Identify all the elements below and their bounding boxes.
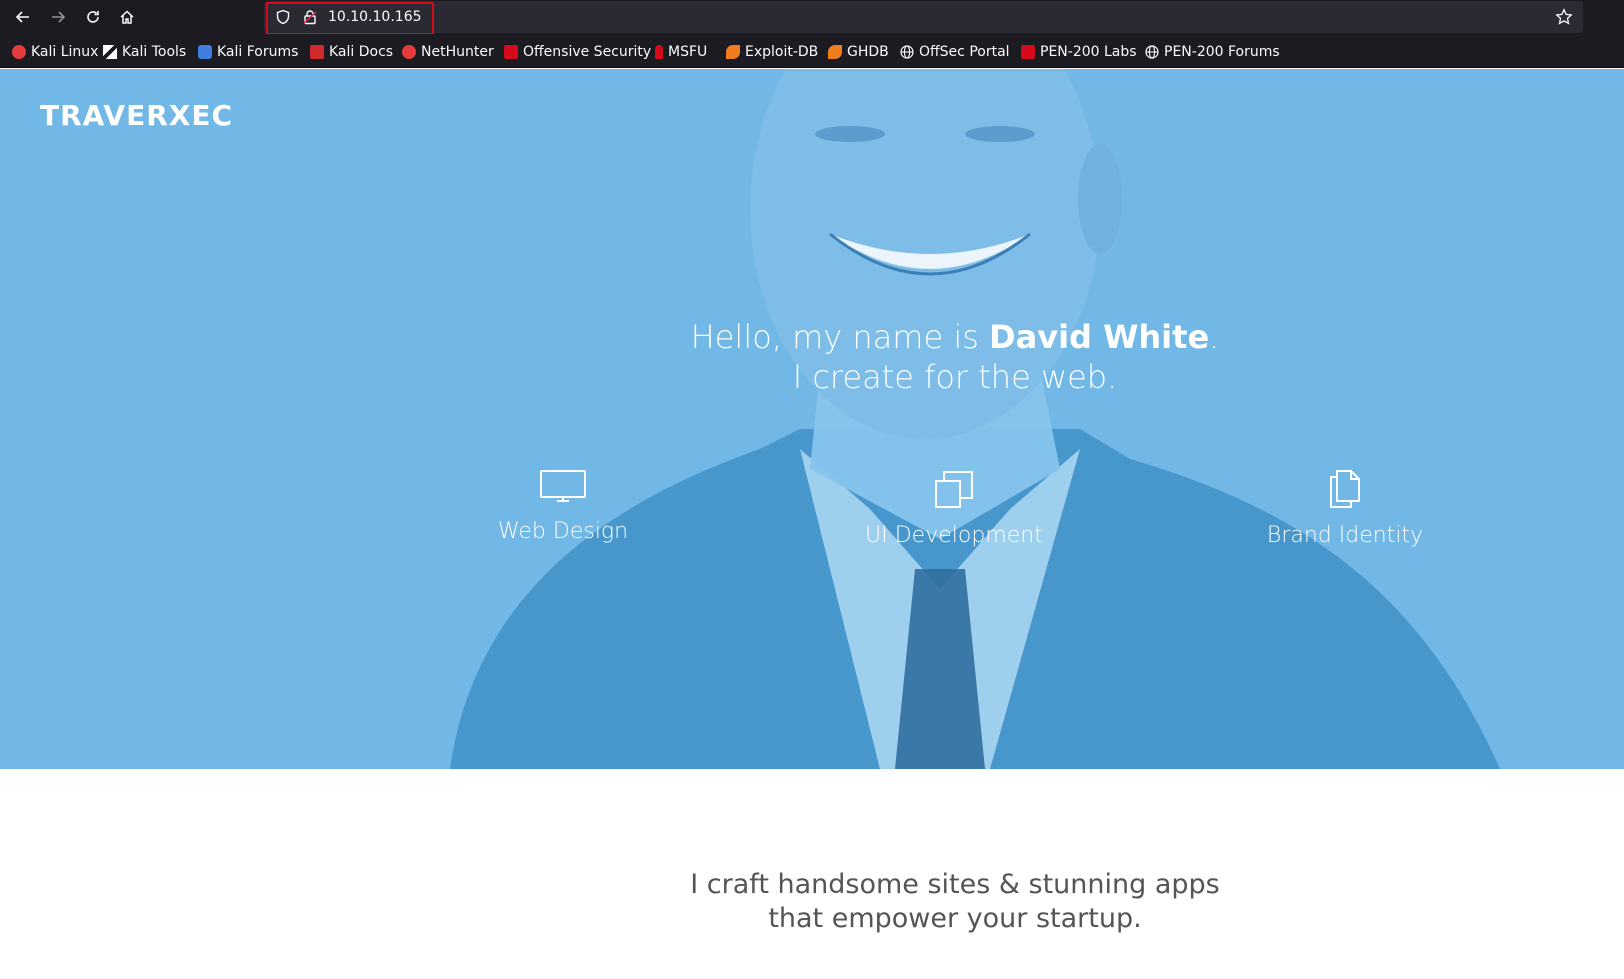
tagline-line-1: I craft handsome sites & stunning apps xyxy=(690,869,1220,900)
url-bar[interactable] xyxy=(264,1,1583,33)
documents-icon xyxy=(1330,470,1360,508)
bookmark-label: Offensive Security xyxy=(523,44,652,60)
nethunter-icon xyxy=(402,45,416,59)
kali-tools-icon xyxy=(103,45,117,59)
msfu-icon xyxy=(655,45,663,59)
bookmark-label: Kali Forums xyxy=(217,44,299,60)
exploit-db-icon xyxy=(726,45,740,59)
bookmark-kali-forums[interactable]: Kali Forums xyxy=(198,43,298,61)
headline-line-1: Hello, my name is David White. xyxy=(555,317,1355,357)
home-icon xyxy=(120,10,134,24)
bookmark-label: MSFU xyxy=(668,44,708,60)
back-arrow-icon xyxy=(15,11,29,23)
bookmark-ghdb[interactable]: GHDB xyxy=(828,43,889,61)
hero-portrait-image xyxy=(450,69,1500,769)
hero-section: TRAVERXEC Hello, my name is David White.… xyxy=(0,69,1624,769)
reload-button[interactable] xyxy=(81,5,105,29)
bookmark-label: Kali Tools xyxy=(122,44,187,60)
kali-dragon-icon xyxy=(12,45,26,59)
bookmark-offensive-security[interactable]: Offensive Security xyxy=(504,43,651,61)
globe-icon xyxy=(900,45,914,59)
bookmark-label: PEN-200 Forums xyxy=(1164,44,1280,60)
headline-intro: Hello, my name is xyxy=(690,318,990,356)
service-ui-development: UI Development xyxy=(804,469,1104,548)
bookmark-kali-docs[interactable]: Kali Docs xyxy=(310,43,393,61)
bookmark-label: Kali Linux xyxy=(31,44,99,60)
bookmark-exploit-db[interactable]: Exploit-DB xyxy=(726,43,818,61)
bookmark-star-icon[interactable] xyxy=(1555,8,1573,26)
bookmark-offsec-portal[interactable]: OffSec Portal xyxy=(900,43,1010,61)
browser-toolbar: 10.10.10.165 xyxy=(0,0,1624,35)
bookmark-label: Exploit-DB xyxy=(745,44,819,60)
bookmarks-bar: Kali Linux Kali Tools Kali Forums Kali D… xyxy=(0,34,1624,68)
bookmark-pen200-labs[interactable]: PEN-200 Labs xyxy=(1021,43,1137,61)
bookmark-msfu[interactable]: MSFU xyxy=(655,43,707,61)
intro-tagline: I craft handsome sites & stunning apps t… xyxy=(555,868,1355,936)
service-label: Web Design xyxy=(497,519,629,544)
site-brand[interactable]: TRAVERXEC xyxy=(40,99,233,132)
kali-docs-icon xyxy=(310,45,324,59)
offsec-icon xyxy=(1021,45,1035,59)
reload-icon xyxy=(87,11,99,23)
service-label: Brand Identity xyxy=(1266,523,1424,548)
bookmark-pen200-forums[interactable]: PEN-200 Forums xyxy=(1145,43,1280,61)
offsec-icon xyxy=(504,45,518,59)
globe-icon xyxy=(1145,45,1159,59)
service-web-design: Web Design xyxy=(413,469,713,544)
bookmark-kali-linux[interactable]: Kali Linux xyxy=(12,43,98,61)
bookmark-nethunter[interactable]: NetHunter xyxy=(402,43,494,61)
bookmark-label: OffSec Portal xyxy=(919,44,1010,60)
forward-arrow-icon xyxy=(52,11,66,23)
ghdb-icon xyxy=(828,45,842,59)
bookmark-label: Kali Docs xyxy=(329,44,394,60)
url-highlight-box xyxy=(266,2,434,35)
stacked-windows-icon xyxy=(935,471,973,508)
monitor-icon xyxy=(540,470,586,502)
kali-forums-icon xyxy=(198,45,212,59)
service-brand-identity: Brand Identity xyxy=(1195,469,1495,548)
home-button[interactable] xyxy=(115,5,139,29)
back-button[interactable] xyxy=(11,5,35,29)
service-label: UI Development xyxy=(865,523,1043,548)
headline-line-2: I create for the web. xyxy=(792,358,1118,396)
hero-headline: Hello, my name is David White. I create … xyxy=(555,317,1355,397)
bookmark-label: GHDB xyxy=(847,44,889,60)
headline-name: David White xyxy=(989,318,1210,356)
tagline-line-2: that empower your startup. xyxy=(768,903,1142,934)
bookmark-label: PEN-200 Labs xyxy=(1040,44,1137,60)
bookmark-kali-tools[interactable]: Kali Tools xyxy=(103,43,186,61)
headline-period: . xyxy=(1209,318,1220,356)
forward-button[interactable] xyxy=(46,5,70,29)
bookmark-label: NetHunter xyxy=(421,44,494,60)
